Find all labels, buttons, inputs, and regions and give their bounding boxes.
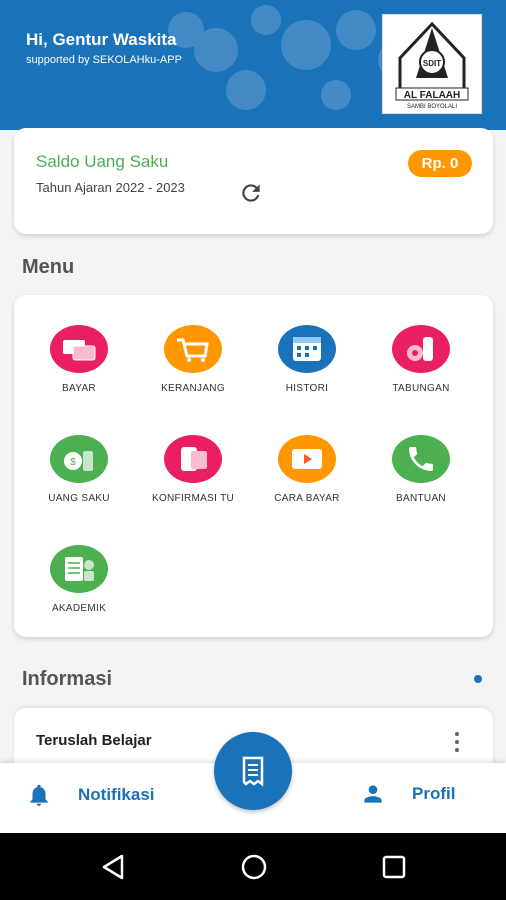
menu-label: BANTUAN	[396, 493, 446, 504]
refresh-icon[interactable]	[238, 180, 264, 206]
svg-text:SDIT: SDIT	[423, 59, 441, 68]
center-fab-button[interactable]	[214, 732, 292, 810]
menu-item-bayar[interactable]: BAYAR	[22, 325, 136, 425]
menu-item-cara-bayar[interactable]: CARA BAYAR	[250, 435, 364, 535]
menu-label: HISTORI	[285, 383, 329, 394]
nav-notifikasi[interactable]: Notifikasi	[26, 781, 155, 809]
menu-item-uang-saku[interactable]: $ UANG SAKU	[22, 435, 136, 535]
support-text: supported by SEKOLAHku-APP	[26, 54, 182, 66]
menu-label: UANG SAKU	[48, 493, 110, 504]
svg-text:$: $	[70, 457, 76, 468]
info-item-title: Teruslah Belajar	[36, 732, 152, 749]
menu-label: KONFIRMASI TU	[151, 493, 235, 504]
saldo-amount-badge: Rp. 0	[408, 150, 472, 177]
recents-icon[interactable]	[382, 855, 406, 879]
pager-dot	[474, 675, 482, 683]
savings-icon	[392, 325, 450, 373]
nav-profil[interactable]: Profil	[360, 781, 455, 807]
back-icon[interactable]	[100, 853, 126, 881]
informasi-section-title: Informasi	[22, 668, 113, 690]
confirm-icon	[164, 435, 222, 483]
saldo-card: Saldo Uang Saku Tahun Ajaran 2022 - 2023…	[14, 128, 493, 234]
menu-label: TABUNGAN	[392, 383, 450, 394]
academic-icon	[50, 545, 108, 593]
home-icon[interactable]	[240, 853, 268, 881]
person-icon	[364, 785, 382, 803]
menu-label: KERANJANG	[161, 383, 225, 394]
video-icon	[278, 435, 336, 483]
greeting-text: Hi, Gentur Waskita	[26, 30, 177, 49]
menu-item-histori[interactable]: HISTORI	[250, 325, 364, 425]
menu-item-konfirmasi-tu[interactable]: KONFIRMASI TU	[136, 435, 250, 535]
calendar-icon	[278, 325, 336, 373]
menu-item-keranjang[interactable]: KERANJANG	[136, 325, 250, 425]
school-logo: SDIT AL FALAAH SAMBI BOYOLALI	[382, 14, 482, 114]
menu-card: BAYAR KERANJANG HISTORI TABUNGAN $ UANG …	[14, 295, 493, 637]
receipt-icon	[242, 756, 264, 787]
nav-notifikasi-label: Notifikasi	[78, 785, 155, 804]
bell-icon	[30, 784, 48, 806]
svg-text:AL FALAAH: AL FALAAH	[404, 90, 460, 101]
menu-item-akademik[interactable]: AKADEMIK	[22, 545, 136, 645]
menu-label: AKADEMIK	[51, 603, 107, 614]
saldo-title: Saldo Uang Saku	[36, 152, 169, 171]
nav-profil-label: Profil	[412, 784, 456, 803]
cart-icon	[164, 325, 222, 373]
menu-item-tabungan[interactable]: TABUNGAN	[364, 325, 478, 425]
pocket-money-icon: $	[50, 435, 108, 483]
menu-item-bantuan[interactable]: BANTUAN	[364, 435, 478, 535]
menu-label: BAYAR	[62, 383, 96, 394]
menu-section-title: Menu	[22, 256, 75, 278]
academic-year-text: Tahun Ajaran 2022 - 2023	[36, 180, 185, 195]
phone-icon	[392, 435, 450, 483]
more-options-icon[interactable]	[452, 730, 462, 754]
header: Hi, Gentur Waskita supported by SEKOLAHk…	[0, 0, 506, 130]
system-navigation-bar	[0, 833, 506, 900]
svg-text:SAMBI BOYOLALI: SAMBI BOYOLALI	[407, 104, 457, 110]
payment-icon	[50, 325, 108, 373]
menu-label: CARA BAYAR	[274, 493, 340, 504]
